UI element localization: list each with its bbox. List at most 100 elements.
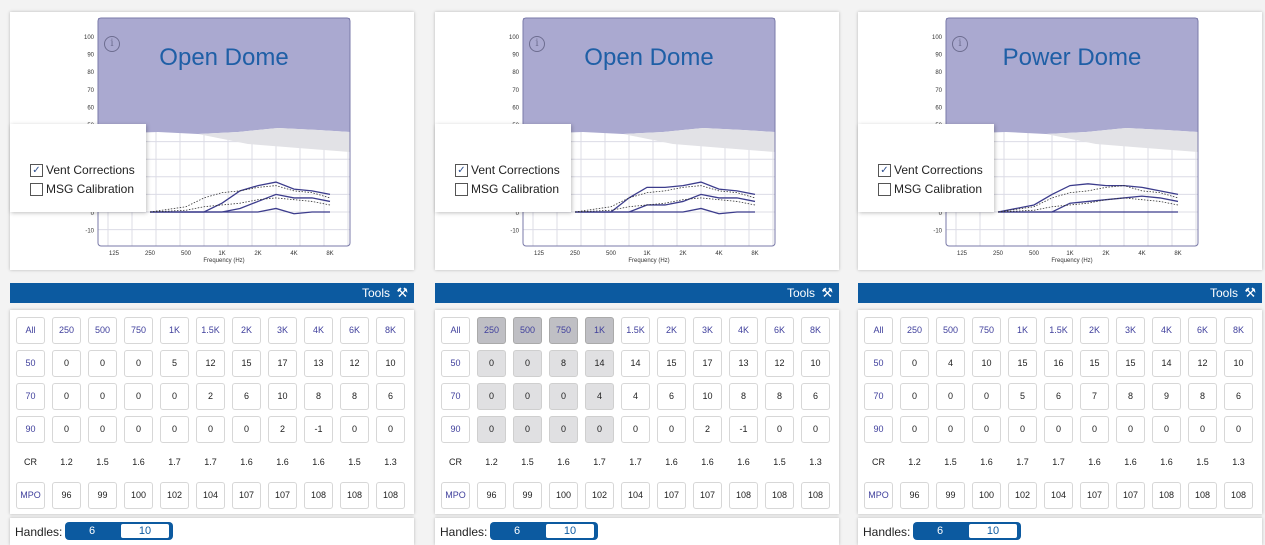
gain-value-cell[interactable]: 0 xyxy=(549,383,578,410)
frequency-header-button[interactable]: 750 xyxy=(549,317,578,344)
mpo-value-cell[interactable]: 107 xyxy=(1080,482,1109,509)
gain-value-cell[interactable]: 0 xyxy=(88,416,117,443)
frequency-header-button[interactable]: 1.5K xyxy=(1044,317,1073,344)
handles-segmented-control[interactable]: 6 10 xyxy=(490,522,598,540)
checkbox-icon[interactable] xyxy=(455,182,468,196)
gain-value-cell[interactable]: 12 xyxy=(1188,350,1217,377)
gain-value-cell[interactable]: 0 xyxy=(513,350,542,377)
input-level-button[interactable]: 50 xyxy=(441,350,470,377)
mpo-value-cell[interactable]: 100 xyxy=(549,482,578,509)
gain-value-cell[interactable]: 0 xyxy=(1080,416,1109,443)
gain-value-cell[interactable]: 17 xyxy=(268,350,297,377)
gain-value-cell[interactable]: 12 xyxy=(196,350,225,377)
mpo-value-cell[interactable]: 108 xyxy=(1188,482,1217,509)
mpo-button[interactable]: MPO xyxy=(864,482,893,509)
mpo-value-cell[interactable]: 100 xyxy=(124,482,153,509)
frequency-header-button[interactable]: 3K xyxy=(1116,317,1145,344)
mpo-value-cell[interactable]: 96 xyxy=(900,482,929,509)
gain-value-cell[interactable]: 14 xyxy=(1152,350,1181,377)
gain-value-cell[interactable]: 8 xyxy=(1188,383,1217,410)
mpo-value-cell[interactable]: 96 xyxy=(52,482,81,509)
vent-corrections-checkbox[interactable]: ✓ Vent Corrections xyxy=(878,163,983,177)
gain-value-cell[interactable]: 0 xyxy=(52,383,81,410)
gain-value-cell[interactable]: 8 xyxy=(729,383,758,410)
frequency-header-button[interactable]: 8K xyxy=(376,317,405,344)
frequency-header-button[interactable]: 4K xyxy=(304,317,333,344)
input-level-button[interactable]: 90 xyxy=(16,416,45,443)
select-all-button[interactable]: All xyxy=(16,317,45,344)
mpo-value-cell[interactable]: 100 xyxy=(972,482,1001,509)
gain-value-cell[interactable]: 0 xyxy=(232,416,261,443)
gain-value-cell[interactable]: 2 xyxy=(196,383,225,410)
tools-bar[interactable]: Tools ⚒ xyxy=(858,283,1262,303)
gain-value-cell[interactable]: 16 xyxy=(1044,350,1073,377)
gain-value-cell[interactable]: 17 xyxy=(693,350,722,377)
handles-segmented-control[interactable]: 6 10 xyxy=(913,522,1021,540)
tools-bar[interactable]: Tools ⚒ xyxy=(10,283,414,303)
wrench-icon[interactable]: ⚒ xyxy=(821,285,833,301)
info-icon[interactable]: i xyxy=(529,36,545,52)
gain-value-cell[interactable]: 0 xyxy=(657,416,686,443)
input-level-button[interactable]: 90 xyxy=(441,416,470,443)
gain-value-cell[interactable]: 7 xyxy=(1080,383,1109,410)
gain-value-cell[interactable]: 9 xyxy=(1152,383,1181,410)
gain-value-cell[interactable]: 0 xyxy=(1152,416,1181,443)
gain-value-cell[interactable]: 0 xyxy=(477,350,506,377)
gain-value-cell[interactable]: 0 xyxy=(88,383,117,410)
gain-value-cell[interactable]: 10 xyxy=(693,383,722,410)
checkbox-icon[interactable] xyxy=(30,182,43,196)
gain-value-cell[interactable]: 2 xyxy=(693,416,722,443)
gain-value-cell[interactable]: 4 xyxy=(585,383,614,410)
mpo-value-cell[interactable]: 108 xyxy=(1152,482,1181,509)
gain-value-cell[interactable]: 15 xyxy=(232,350,261,377)
input-level-button[interactable]: 50 xyxy=(864,350,893,377)
handles-option[interactable]: 6 xyxy=(67,524,117,538)
input-level-button[interactable]: 70 xyxy=(864,383,893,410)
mpo-value-cell[interactable]: 107 xyxy=(693,482,722,509)
gain-value-cell[interactable]: 2 xyxy=(268,416,297,443)
mpo-value-cell[interactable]: 108 xyxy=(304,482,333,509)
gain-value-cell[interactable]: 0 xyxy=(900,383,929,410)
handles-option[interactable]: 6 xyxy=(915,524,965,538)
frequency-header-button[interactable]: 1K xyxy=(160,317,189,344)
info-icon[interactable]: i xyxy=(952,36,968,52)
gain-value-cell[interactable]: 8 xyxy=(304,383,333,410)
handles-segmented-control[interactable]: 6 10 xyxy=(65,522,173,540)
gain-value-cell[interactable]: 13 xyxy=(729,350,758,377)
frequency-header-button[interactable]: 1.5K xyxy=(621,317,650,344)
frequency-header-button[interactable]: 6K xyxy=(765,317,794,344)
gain-value-cell[interactable]: 0 xyxy=(340,416,369,443)
gain-value-cell[interactable]: 0 xyxy=(621,416,650,443)
gain-value-cell[interactable]: 0 xyxy=(513,416,542,443)
gain-value-cell[interactable]: 0 xyxy=(1044,416,1073,443)
frequency-header-button[interactable]: 250 xyxy=(52,317,81,344)
gain-value-cell[interactable]: 15 xyxy=(657,350,686,377)
frequency-header-button[interactable]: 750 xyxy=(972,317,1001,344)
mpo-value-cell[interactable]: 107 xyxy=(232,482,261,509)
handles-option[interactable]: 10 xyxy=(121,524,169,538)
gain-value-cell[interactable]: 0 xyxy=(124,383,153,410)
gain-value-cell[interactable]: 6 xyxy=(376,383,405,410)
frequency-header-button[interactable]: 2K xyxy=(1080,317,1109,344)
mpo-value-cell[interactable]: 108 xyxy=(801,482,830,509)
gain-value-cell[interactable]: 10 xyxy=(268,383,297,410)
gain-value-cell[interactable]: 12 xyxy=(765,350,794,377)
frequency-header-button[interactable]: 4K xyxy=(729,317,758,344)
frequency-header-button[interactable]: 500 xyxy=(513,317,542,344)
gain-value-cell[interactable]: 0 xyxy=(801,416,830,443)
gain-value-cell[interactable]: 15 xyxy=(1080,350,1109,377)
gain-value-cell[interactable]: 0 xyxy=(376,416,405,443)
handles-option[interactable]: 10 xyxy=(546,524,594,538)
select-all-button[interactable]: All xyxy=(441,317,470,344)
mpo-value-cell[interactable]: 102 xyxy=(585,482,614,509)
frequency-header-button[interactable]: 750 xyxy=(124,317,153,344)
frequency-header-button[interactable]: 3K xyxy=(268,317,297,344)
gain-value-cell[interactable]: 0 xyxy=(52,350,81,377)
gain-value-cell[interactable]: -1 xyxy=(729,416,758,443)
gain-value-cell[interactable]: 10 xyxy=(972,350,1001,377)
gain-value-cell[interactable]: 0 xyxy=(160,383,189,410)
gain-value-cell[interactable]: 0 xyxy=(477,383,506,410)
gain-value-cell[interactable]: 10 xyxy=(801,350,830,377)
frequency-header-button[interactable]: 6K xyxy=(1188,317,1217,344)
gain-value-cell[interactable]: 10 xyxy=(1224,350,1253,377)
